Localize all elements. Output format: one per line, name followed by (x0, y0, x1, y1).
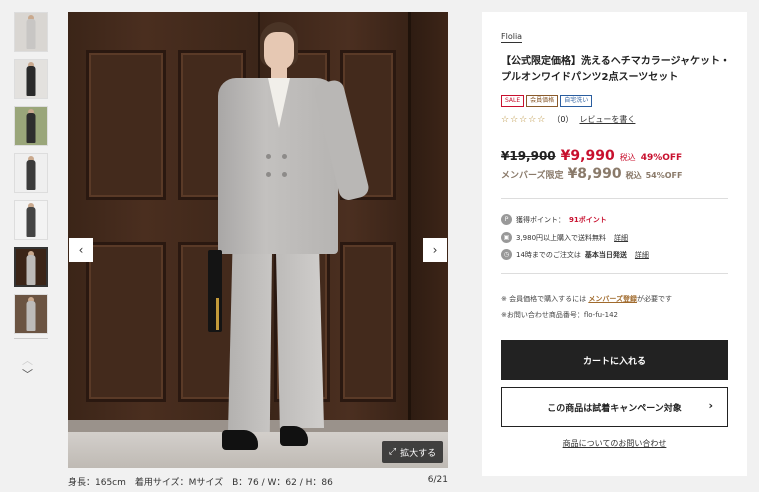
thumbnail-figure (26, 160, 36, 190)
member-price: ¥8,990 (567, 166, 622, 182)
review-count: （0） (552, 115, 574, 124)
points-label: 獲得ポイント： (516, 215, 565, 224)
home-wash-badge: 自宅洗い (560, 95, 593, 107)
model-figure (208, 22, 371, 462)
sale-badge: SALE (501, 95, 525, 107)
shipping-text: 3,980円以上購入で送料無料 (516, 233, 607, 242)
product-page: ︿ ﹀ ‹ › ⤢ 拡大する 身長：165cm 着用サイズ：Mサイズ B：76 … (0, 0, 759, 492)
chevron-right-icon: › (708, 399, 713, 412)
original-price: ¥19,900 (501, 149, 556, 163)
thumbnail-figure (26, 255, 36, 285)
trial-campaign-label: この商品は試着キャンペーン対象 (547, 403, 682, 414)
expand-icon: ⤢ (388, 447, 397, 457)
points-icon: P (501, 214, 512, 225)
star-rating-icon: ☆☆☆☆☆ (501, 114, 547, 125)
chevron-left-icon: ‹ (78, 243, 84, 257)
image-next-button[interactable]: › (423, 238, 447, 262)
rating-row: ☆☆☆☆☆ （0） レビューを書く (501, 114, 635, 125)
thumbnail-item[interactable] (14, 294, 48, 334)
product-title: 【公式限定価格】洗えるヘチマカラージャケット・プルオンワイドパンツ2点スーツセッ… (501, 56, 730, 83)
thumbnail-divider (14, 338, 48, 339)
product-inquiry-link[interactable]: 商品についてのお問い合わせ (501, 438, 728, 449)
price-row: ¥19,900 ¥9,990 税込 49%OFF (501, 148, 682, 164)
points-row: P 獲得ポイント： 91ポイント (501, 214, 607, 225)
thumbnail-figure (26, 207, 36, 237)
divider (501, 198, 728, 199)
clock-icon: ◷ (501, 249, 512, 260)
member-tax-label: 税込 (625, 171, 642, 180)
dispatch-row: ◷ 14時までのご注文は 基本当日発送 詳細 (501, 249, 649, 260)
member-note-suffix: が必要です (636, 295, 672, 303)
member-price-badge: 会員価格 (526, 95, 559, 107)
discount-rate: 49%OFF (640, 153, 683, 163)
image-caption: 身長：165cm 着用サイズ：Mサイズ B：76 / W：62 / H：86 6… (68, 475, 448, 488)
thumbnail-item[interactable] (14, 200, 48, 240)
member-note-text: ※ 会員価格で購入するには (501, 295, 587, 303)
main-product-image[interactable] (68, 12, 448, 468)
thumbnail-figure (26, 113, 36, 143)
thumbnail-scroll: ︿ ﹀ (22, 354, 33, 382)
thumbnail-item[interactable] (14, 59, 48, 99)
truck-icon: ▣ (501, 232, 512, 243)
badge-list: SALE 会員価格 自宅洗い (501, 95, 593, 107)
dispatch-text: 14時までのご注文は (516, 250, 581, 259)
thumbnail-item[interactable] (14, 106, 48, 146)
model-info: 身長：165cm 着用サイズ：Mサイズ B：76 / W：62 / H：86 (68, 478, 333, 488)
points-value: 91ポイント (569, 215, 607, 224)
dispatch-detail-link[interactable]: 詳細 (635, 250, 649, 260)
member-note: ※ 会員価格で購入するには メンバーズ登録が必要です (501, 294, 672, 304)
thumbnail-item[interactable] (14, 153, 48, 193)
member-register-link[interactable]: メンバーズ登録 (588, 295, 637, 303)
thumbnail-item[interactable] (14, 247, 48, 287)
shipping-detail-link[interactable]: 詳細 (614, 233, 628, 243)
thumbnail-figure (26, 19, 36, 49)
add-to-cart-button[interactable]: カートに入れる (501, 340, 728, 380)
chevron-right-icon: › (432, 243, 438, 257)
member-discount-rate: 54%OFF (645, 171, 683, 180)
member-price-row: メンバーズ限定 ¥8,990 税込 54%OFF (501, 166, 682, 182)
sale-price: ¥9,990 (560, 148, 615, 164)
dispatch-bold: 基本当日発送 (584, 250, 627, 259)
shipping-row: ▣ 3,980円以上購入で送料無料 詳細 (501, 232, 628, 243)
zoom-button[interactable]: ⤢ 拡大する (382, 441, 443, 463)
thumbnail-item[interactable] (14, 12, 48, 52)
zoom-label: 拡大する (400, 448, 437, 459)
tax-label: 税込 (619, 153, 636, 162)
thumbnail-figure (26, 66, 36, 96)
handbag (208, 250, 222, 332)
product-info-panel: Flolia 【公式限定価格】洗えるヘチマカラージャケット・プルオンワイドパンツ… (482, 12, 747, 476)
trial-campaign-button[interactable]: この商品は試着キャンペーン対象 › (501, 387, 728, 427)
member-label: メンバーズ限定 (501, 171, 564, 181)
thumbnail-figure (26, 301, 36, 331)
thumbnail-list (14, 12, 48, 341)
brand-link[interactable]: Flolia (501, 31, 523, 43)
chevron-down-icon[interactable]: ﹀ (22, 368, 33, 382)
image-prev-button[interactable]: ‹ (69, 238, 93, 262)
chevron-up-icon[interactable]: ︿ (22, 354, 33, 368)
divider (501, 273, 728, 274)
item-number: ※お問い合わせ商品番号：flo-fu-142 (501, 311, 619, 319)
image-counter: 6/21 (427, 475, 448, 485)
door-frame (408, 12, 448, 432)
write-review-link[interactable]: レビューを書く (579, 114, 635, 125)
